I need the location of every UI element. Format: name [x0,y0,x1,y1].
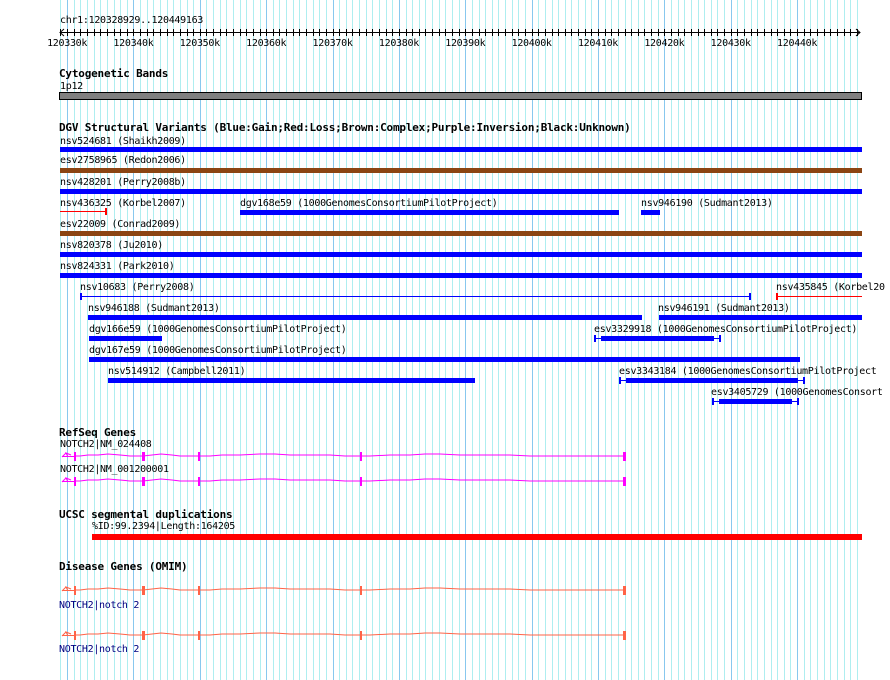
sv-feature-label[interactable]: nsv524681 (Shaikh2009) [60,136,186,147]
refseq-exon [198,452,200,461]
ruler-tick-label: 120350k [179,38,220,49]
sv-feature-label[interactable]: esv2758965 (Redon2006) [60,155,186,166]
track-glyphs [59,28,862,640]
segdup-bar [92,534,862,540]
refseq-exon [360,477,362,486]
sv-feature-label[interactable]: nsv428201 (Perry2008b) [60,177,186,188]
ruler-tick-label: 120430k [710,38,751,49]
omim-exon [142,631,145,640]
sv-feature-cap [105,208,107,215]
refseq-exon [360,452,362,461]
refseq-exon [623,477,626,486]
sv-feature-bar [659,315,862,320]
gene-label[interactable]: NOTCH2|NM_024408 [60,439,152,450]
ruler-tick-label: 120440k [777,38,818,49]
sv-feature-cap [719,335,721,342]
omim-exon [360,631,362,640]
omim-exon [360,586,362,595]
sv-feature-label[interactable]: nsv436325 (Korbel2007) [60,198,186,209]
ruler-tick-label: 120340k [113,38,154,49]
refseq-exon [142,452,145,461]
refseq-intron-line [75,453,625,457]
sv-feature-bar [60,168,862,173]
ruler-tick-label: 120370k [312,38,353,49]
sv-feature-bar [89,357,800,362]
omim-gene-label[interactable]: NOTCH2|notch 2 [59,644,139,655]
sv-feature-label[interactable]: dgv167e59 (1000GenomesConsortiumPilotPro… [89,345,347,356]
sv-feature-bar [60,189,862,194]
track-title-refseq[interactable]: RefSeq Genes [59,427,136,439]
omim-exon [74,631,76,640]
cytoband-label: 1p12 [60,81,83,92]
refseq-exon [198,477,200,486]
omim-exon [74,586,76,595]
sv-feature-label[interactable]: nsv824331 (Park2010) [60,261,175,272]
track-title-segdup[interactable]: UCSC segmental duplications [59,509,233,521]
sv-feature-bar [60,273,862,278]
sv-feature-bar [108,378,475,383]
sv-feature-label[interactable]: nsv435845 (Korbel20 [776,282,885,293]
sv-feature-bar [60,147,862,152]
sv-feature-label[interactable]: nsv514912 (Campbell2011) [108,366,246,377]
sv-feature-cap [594,335,596,342]
track-title-cytobands[interactable]: Cytogenetic Bands [59,68,168,80]
omim-gene-label[interactable]: NOTCH2|notch 2 [59,600,139,611]
sv-feature-cap [776,293,778,300]
sv-feature-label[interactable]: esv3405729 (1000GenomesConsort [711,387,883,398]
segdup-label[interactable]: %ID:99.2394|Length:164205 [92,521,235,532]
ruler-tick-label: 120330k [47,38,88,49]
sv-feature-bar [641,210,660,215]
sv-feature-label[interactable]: esv22009 (Conrad2009) [60,219,180,230]
sv-feature-label[interactable]: nsv946191 (Sudmant2013) [658,303,790,314]
sv-feature-label[interactable]: dgv166e59 (1000GenomesConsortiumPilotPro… [89,324,347,335]
sv-feature-cap [803,377,805,384]
ruler-tick-label: 120420k [644,38,685,49]
omim-exon [198,631,200,640]
location-label: chr1:120328929..120449163 [60,15,204,26]
omim-exon [198,586,200,595]
refseq-exon [623,452,626,461]
sv-feature-label[interactable]: nsv10683 (Perry2008) [80,282,195,293]
sv-feature-bar [601,336,714,341]
sv-feature-cap [797,398,799,405]
refseq-exon [74,477,76,486]
sv-feature-label[interactable]: dgv168e59 (1000GenomesConsortiumPilotPro… [240,198,498,209]
sv-feature-label[interactable]: esv3343184 (1000GenomesConsortiumPilotPr… [619,366,877,377]
omim-exon [142,586,145,595]
sv-feature-cap [80,293,82,300]
refseq-intron-line [75,478,625,482]
sv-feature-label[interactable]: esv3329918 (1000GenomesConsortiumPilotPr… [594,324,857,335]
sv-feature-bar [89,336,162,341]
genome-browser-panel: chr1:120328929..120449163 120330k 120340k… [0,0,890,680]
ruler-tick-label: 120400k [511,38,552,49]
sv-feature-bar [60,252,862,257]
sv-feature-bar [88,315,642,320]
omim-exon [623,631,626,640]
sv-feature-cap [712,398,714,405]
sv-feature-label[interactable]: nsv820378 (Ju2010) [60,240,163,251]
cytoband-bar [59,92,862,100]
sv-feature-cap [619,377,621,384]
gene-label[interactable]: NOTCH2|NM_001200001 [60,464,169,475]
omim-intron-line [75,587,625,591]
refseq-exon [142,477,145,486]
sv-feature-bar [719,399,792,404]
ruler-tick-label: 120390k [445,38,486,49]
sv-feature-bar [626,378,798,383]
sv-feature-label[interactable]: nsv946188 (Sudmant2013) [88,303,220,314]
sv-feature-bar [240,210,619,215]
omim-intron-line [75,632,625,636]
track-title-omim[interactable]: Disease Genes (OMIM) [59,561,188,573]
track-title-dgv[interactable]: DGV Structural Variants (Blue:Gain;Red:L… [59,122,631,134]
ruler-tick-label: 120380k [378,38,419,49]
sv-feature-cap [749,293,751,300]
sv-feature-bar [60,231,862,236]
sv-feature-label[interactable]: nsv946190 (Sudmant2013) [641,198,773,209]
refseq-exon [74,452,76,461]
ruler-tick-label: 120410k [577,38,619,49]
ruler-tick-label: 120360k [246,38,287,49]
omim-exon [623,586,626,595]
